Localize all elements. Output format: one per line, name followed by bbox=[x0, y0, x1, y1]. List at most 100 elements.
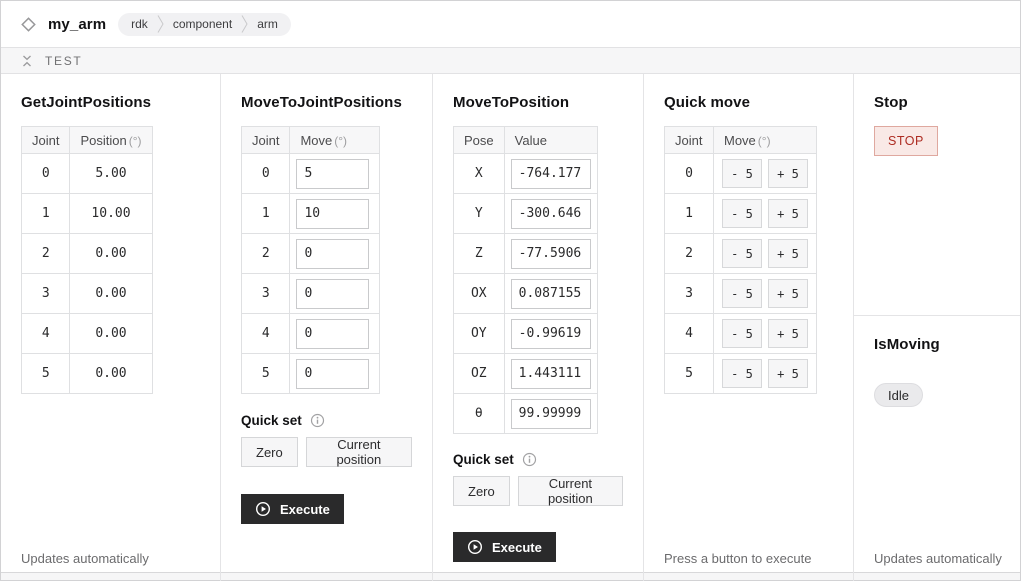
breadcrumb: rdk component arm bbox=[118, 13, 291, 36]
joint-position-value: 0.00 bbox=[70, 234, 152, 274]
chevron-right-icon bbox=[241, 14, 248, 34]
play-icon bbox=[467, 539, 483, 555]
table-row: 5 bbox=[242, 354, 380, 394]
plus-5-button[interactable]: + 5 bbox=[768, 359, 808, 388]
joint-index: 0 bbox=[242, 154, 290, 194]
table-row: 4 bbox=[242, 314, 380, 354]
joint-index: 0 bbox=[665, 154, 714, 194]
component-diamond-icon bbox=[21, 17, 36, 32]
quick-set-label: Quick set bbox=[453, 452, 514, 467]
stop-panel: Stop STOP bbox=[854, 74, 1020, 316]
table-row: 0 bbox=[242, 154, 380, 194]
stop-button[interactable]: STOP bbox=[874, 126, 938, 156]
move-to-position-panel: MoveToPosition Pose Value X Y Z OX OY OZ… bbox=[433, 74, 644, 581]
info-icon[interactable] bbox=[310, 413, 325, 428]
joint-index: 4 bbox=[22, 314, 70, 354]
minus-5-button[interactable]: - 5 bbox=[722, 359, 762, 388]
zero-button[interactable]: Zero bbox=[453, 476, 510, 506]
joint-position-value: 0.00 bbox=[70, 314, 152, 354]
pose-value-input[interactable] bbox=[511, 399, 591, 429]
move-joints-table: Joint Move(°) 0 1 2 3 4 5 bbox=[241, 126, 380, 394]
pose-value-input[interactable] bbox=[511, 359, 591, 389]
minus-5-button[interactable]: - 5 bbox=[722, 199, 762, 228]
column-header-joint: Joint bbox=[242, 127, 290, 154]
table-row: Z bbox=[454, 234, 598, 274]
minus-5-button[interactable]: - 5 bbox=[722, 319, 762, 348]
column-header-value: Value bbox=[504, 127, 597, 154]
table-row: 2 bbox=[242, 234, 380, 274]
table-row: 5 - 5+ 5 bbox=[665, 354, 817, 394]
table-row: 40.00 bbox=[22, 314, 153, 354]
updates-automatically-hint: Updates automatically bbox=[21, 551, 149, 566]
pose-value-input[interactable] bbox=[511, 159, 591, 189]
stop-ismoving-column: Stop STOP IsMoving Idle Updates automati… bbox=[854, 74, 1020, 581]
column-header-position: Position(°) bbox=[70, 127, 152, 154]
pose-table: Pose Value X Y Z OX OY OZ θ bbox=[453, 126, 598, 434]
joint-position-value: 10.00 bbox=[70, 194, 152, 234]
column-header-move: Move(°) bbox=[290, 127, 380, 154]
table-row: 30.00 bbox=[22, 274, 153, 314]
table-row: 1- 5+ 5 bbox=[665, 194, 817, 234]
joint-positions-table: Joint Position(°) 05.00 110.00 20.00 30.… bbox=[21, 126, 153, 394]
minus-5-button[interactable]: - 5 bbox=[722, 159, 762, 188]
pose-axis-label: Y bbox=[454, 194, 505, 234]
plus-5-button[interactable]: + 5 bbox=[768, 279, 808, 308]
pose-value-input[interactable] bbox=[511, 239, 591, 269]
breadcrumb-item-rdk: rdk bbox=[131, 17, 148, 31]
pose-axis-label: OY bbox=[454, 314, 505, 354]
info-icon[interactable] bbox=[522, 452, 537, 467]
joint-move-input[interactable] bbox=[296, 279, 369, 309]
joint-index: 5 bbox=[242, 354, 290, 394]
joint-move-input[interactable] bbox=[296, 199, 369, 229]
joint-index: 2 bbox=[665, 234, 714, 274]
panel-title: MoveToPosition bbox=[453, 94, 623, 111]
table-row: θ bbox=[454, 394, 598, 434]
joint-position-value: 0.00 bbox=[70, 354, 152, 394]
get-joint-positions-panel: GetJointPositions Joint Position(°) 05.0… bbox=[1, 74, 221, 581]
table-row: 3 bbox=[242, 274, 380, 314]
pose-value-input[interactable] bbox=[511, 319, 591, 349]
pose-axis-label: Z bbox=[454, 234, 505, 274]
plus-5-button[interactable]: + 5 bbox=[768, 319, 808, 348]
pose-value-input[interactable] bbox=[511, 279, 591, 309]
table-row: OZ bbox=[454, 354, 598, 394]
panel-title: Stop bbox=[874, 94, 1000, 111]
move-to-joint-positions-panel: MoveToJointPositions Joint Move(°) 0 1 2… bbox=[221, 74, 433, 581]
plus-5-button[interactable]: + 5 bbox=[768, 199, 808, 228]
table-row: 05.00 bbox=[22, 154, 153, 194]
pose-axis-label: OX bbox=[454, 274, 505, 314]
joint-move-input[interactable] bbox=[296, 159, 369, 189]
joint-index: 4 bbox=[665, 314, 714, 354]
joint-index: 4 bbox=[242, 314, 290, 354]
table-row: 110.00 bbox=[22, 194, 153, 234]
execute-button[interactable]: Execute bbox=[241, 494, 344, 524]
joint-move-input[interactable] bbox=[296, 239, 369, 269]
press-button-hint: Press a button to execute bbox=[664, 551, 811, 566]
panel-title: MoveToJointPositions bbox=[241, 94, 412, 111]
updates-automatically-hint: Updates automatically bbox=[874, 551, 1002, 566]
table-row: OY bbox=[454, 314, 598, 354]
joint-move-input[interactable] bbox=[296, 319, 369, 349]
table-row: Y bbox=[454, 194, 598, 234]
play-icon bbox=[255, 501, 271, 517]
zero-button[interactable]: Zero bbox=[241, 437, 298, 467]
test-section-bar[interactable]: TEST bbox=[1, 47, 1020, 74]
joint-move-input[interactable] bbox=[296, 359, 369, 389]
minus-5-button[interactable]: - 5 bbox=[722, 239, 762, 268]
plus-5-button[interactable]: + 5 bbox=[768, 239, 808, 268]
table-row: 0 - 5+ 5 bbox=[665, 154, 817, 194]
execute-button[interactable]: Execute bbox=[453, 532, 556, 562]
collapse-icon[interactable] bbox=[21, 55, 33, 67]
joint-index: 2 bbox=[22, 234, 70, 274]
minus-5-button[interactable]: - 5 bbox=[722, 279, 762, 308]
plus-5-button[interactable]: + 5 bbox=[768, 159, 808, 188]
current-position-button[interactable]: Current position bbox=[306, 437, 412, 467]
column-header-joint: Joint bbox=[22, 127, 70, 154]
pose-value-input[interactable] bbox=[511, 199, 591, 229]
breadcrumb-item-arm: arm bbox=[257, 17, 278, 31]
panel-header: my_arm rdk component arm bbox=[1, 1, 1020, 47]
table-row: OX bbox=[454, 274, 598, 314]
current-position-button[interactable]: Current position bbox=[518, 476, 623, 506]
joint-index: 1 bbox=[22, 194, 70, 234]
joint-index: 5 bbox=[665, 354, 714, 394]
